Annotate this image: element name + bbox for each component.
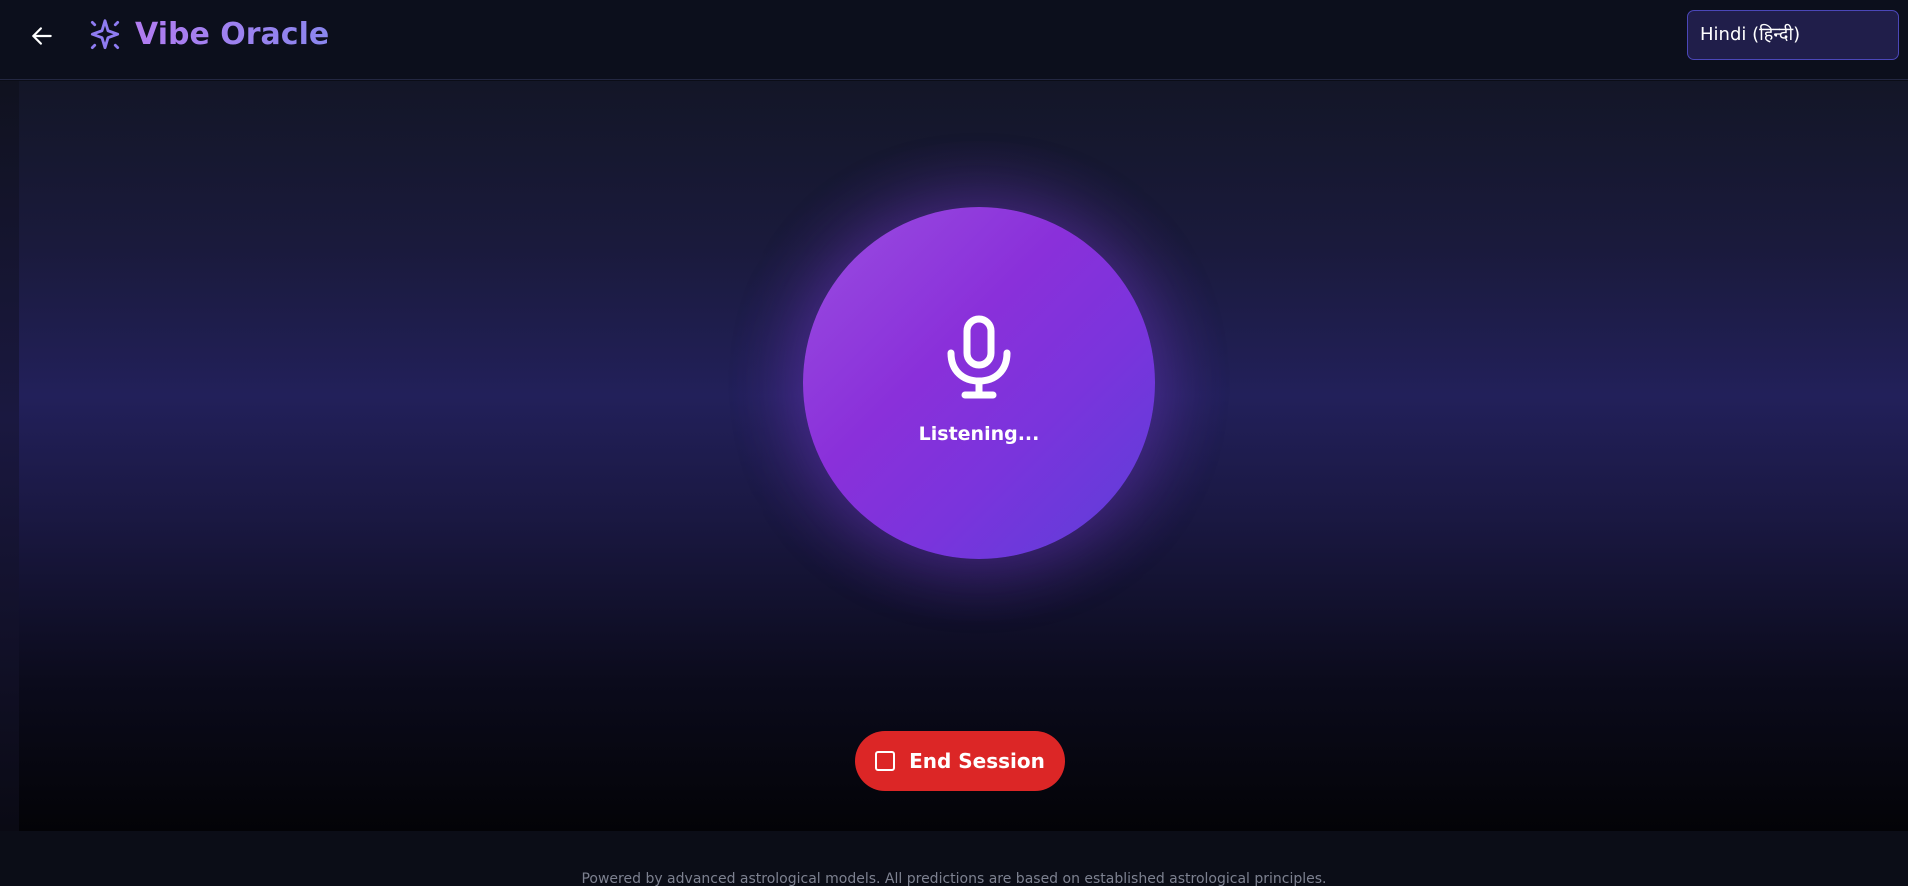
listening-status: Listening... (918, 423, 1040, 445)
microphone-icon (947, 315, 1011, 399)
arrow-left-icon (32, 27, 52, 45)
sparkles-icon (90, 19, 120, 50)
stop-square-icon (875, 751, 896, 771)
app-brand-title: Vibe Oracle (135, 15, 329, 55)
end-session-label: End Session (909, 749, 1045, 773)
voice-stage: Listening... (19, 81, 1908, 831)
end-session-button[interactable]: End Session (855, 731, 1065, 791)
voice-orb-button[interactable]: Listening... (803, 207, 1155, 559)
app-root: Vibe Oracle Hindi (हिन्दी) Listening... … (0, 0, 1908, 886)
back-button[interactable] (26, 20, 58, 52)
top-header: Vibe Oracle Hindi (हिन्दी) (0, 0, 1908, 80)
footer-disclaimer: Powered by advanced astrological models.… (581, 871, 1327, 886)
stage-edge (0, 81, 19, 831)
language-select[interactable]: Hindi (हिन्दी) (1687, 10, 1899, 60)
